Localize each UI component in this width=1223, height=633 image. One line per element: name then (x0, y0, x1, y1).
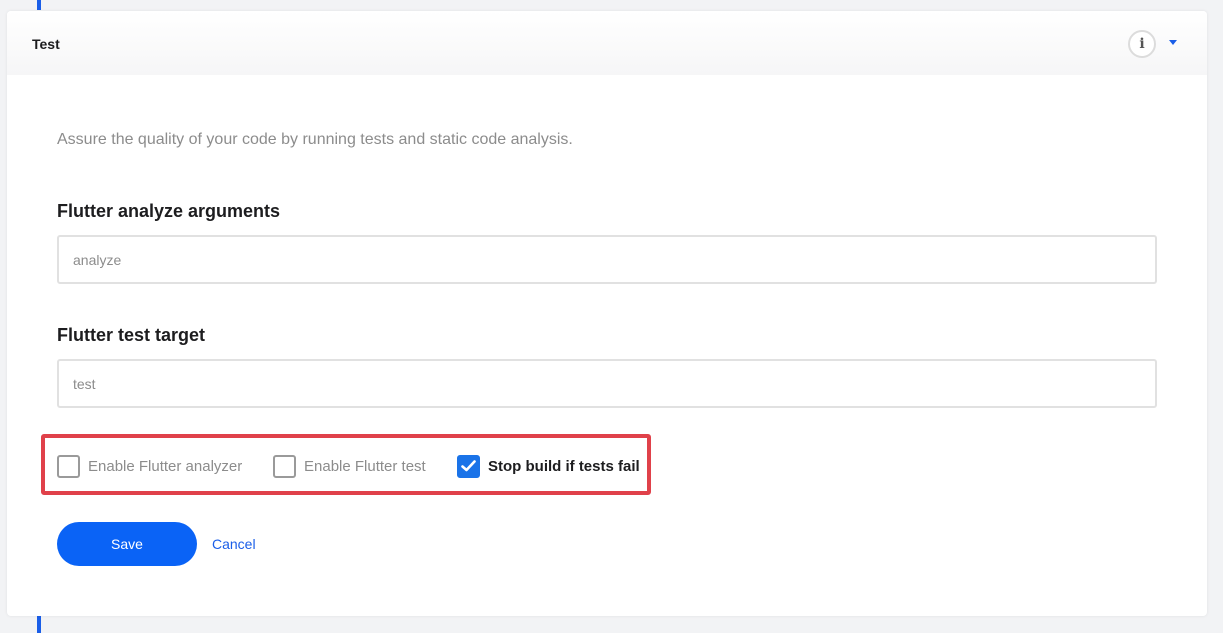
info-icon[interactable]: i (1128, 30, 1156, 58)
checkbox-checked-icon[interactable] (457, 454, 480, 478)
checkbox-unchecked-icon[interactable] (273, 454, 296, 478)
cancel-link[interactable]: Cancel (212, 536, 256, 552)
test-target-label: Flutter test target (57, 325, 206, 345)
enable-analyzer-label: Enable Flutter analyzer (88, 457, 243, 475)
card-title: Test (32, 36, 60, 52)
enable-test-checkbox[interactable]: Enable Flutter test (273, 454, 426, 478)
card-header: Test i (7, 11, 1207, 75)
enable-test-label: Enable Flutter test (304, 457, 426, 475)
test-step-card: Test i Assure the quality of your code b… (7, 11, 1207, 616)
analyze-arguments-input[interactable] (57, 235, 1157, 284)
checkbox-unchecked-icon[interactable] (57, 454, 80, 478)
save-button[interactable]: Save (57, 522, 197, 566)
caret-down-icon[interactable] (1169, 40, 1177, 45)
enable-analyzer-checkbox[interactable]: Enable Flutter analyzer (57, 454, 242, 478)
test-target-input[interactable] (57, 359, 1157, 408)
timeline-bar-bottom (37, 616, 41, 633)
checkmark-icon (461, 460, 476, 472)
card-description: Assure the quality of your code by runni… (57, 131, 573, 148)
analyze-arguments-label: Flutter analyze arguments (57, 201, 281, 221)
stop-build-label: Stop build if tests fail (488, 457, 640, 475)
timeline-bar-top (37, 0, 41, 10)
stop-build-checkbox[interactable]: Stop build if tests fail (457, 454, 640, 478)
